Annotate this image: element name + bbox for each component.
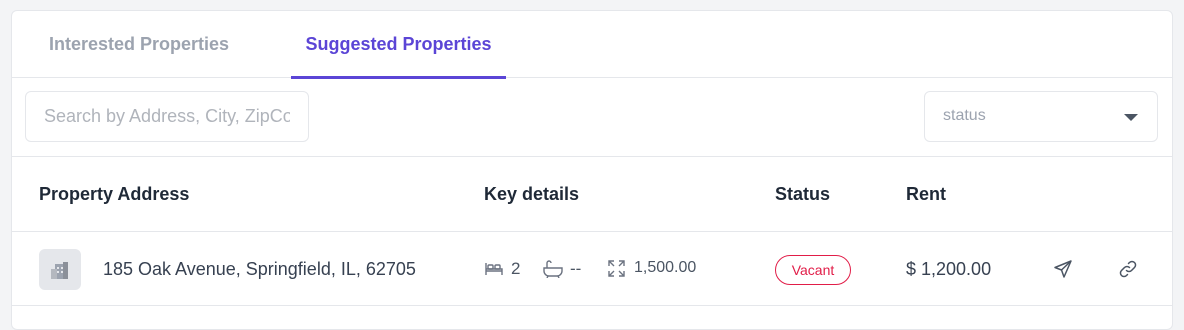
beds-detail: 2 <box>484 259 520 279</box>
tab-bar: Interested Properties Suggested Properti… <box>12 11 1172 79</box>
baths-value: -- <box>570 259 582 278</box>
beds-value: 2 <box>511 259 521 278</box>
send-icon <box>1054 260 1072 278</box>
baths-detail: -- <box>543 259 581 279</box>
rent-value: $ 1,200.00 <box>906 259 992 279</box>
send-button[interactable] <box>1052 258 1074 280</box>
header-rent: Rent <box>906 184 946 204</box>
tab-suggested-properties[interactable]: Suggested Properties <box>291 11 506 79</box>
tab-interested-properties[interactable]: Interested Properties <box>29 11 249 78</box>
bed-icon <box>485 263 503 275</box>
chevron-down-icon <box>1124 114 1138 121</box>
bath-icon <box>543 260 563 278</box>
property-thumbnail <box>39 249 81 290</box>
status-badge: Vacant <box>775 255 851 285</box>
status-select[interactable]: status <box>924 91 1158 142</box>
property-address: 185 Oak Avenue, Springfield, IL, 62705 <box>103 259 416 279</box>
filter-toolbar: status <box>12 78 1172 157</box>
area-detail: 1,500.00 <box>608 259 696 277</box>
header-status: Status <box>775 184 831 204</box>
building-icon <box>51 261 68 279</box>
link-icon <box>1119 260 1137 278</box>
table-row[interactable]: 185 Oak Avenue, Springfield, IL, 62705 2… <box>12 232 1172 306</box>
status-select-value: status <box>943 107 986 124</box>
header-key-details: Key details <box>484 184 580 204</box>
expand-icon <box>608 259 625 277</box>
search-input[interactable] <box>25 91 309 142</box>
copy-link-button[interactable] <box>1117 258 1139 280</box>
table-header: Property Address Key details Status Rent <box>12 157 1172 232</box>
properties-card: Interested Properties Suggested Properti… <box>11 10 1173 330</box>
area-value: 1,500.00 <box>634 259 697 276</box>
header-property-address: Property Address <box>39 184 190 204</box>
